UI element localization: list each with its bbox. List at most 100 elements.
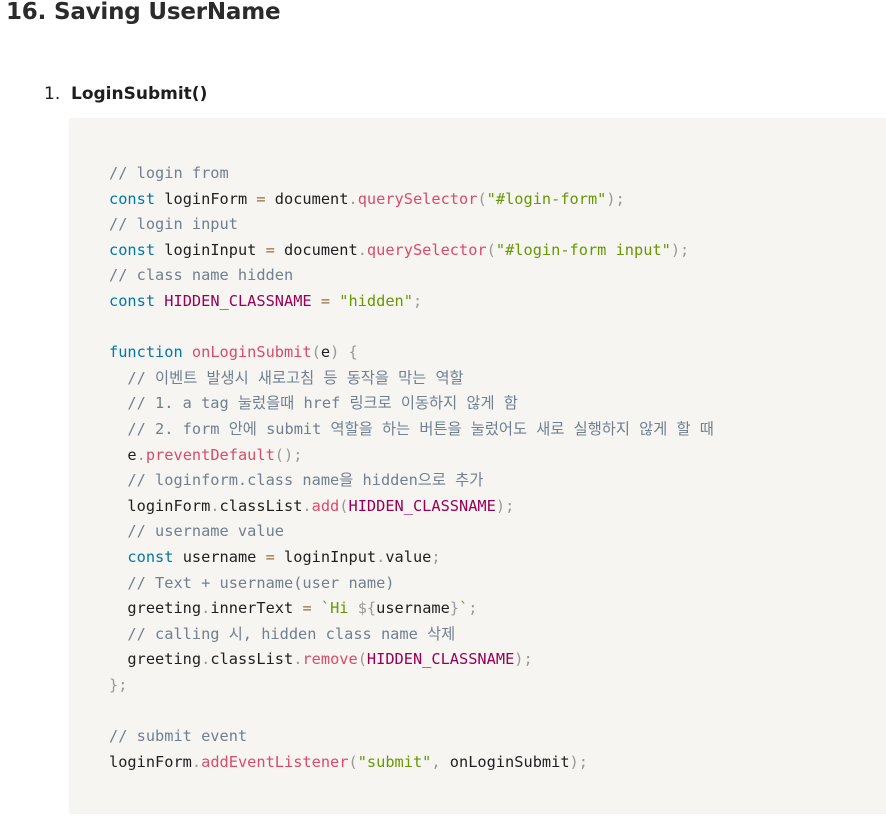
code-string: "#login-form input"	[495, 240, 671, 259]
code-punctuation: .	[201, 599, 211, 618]
list-item-title: LoginSubmit()	[71, 84, 208, 104]
code-punctuation: ${	[357, 599, 377, 618]
code-text: loginForm	[109, 752, 192, 771]
code-text: classList	[219, 496, 303, 515]
code-text: loginInput	[274, 547, 377, 566]
code-comment: // Text + username(user name)	[127, 573, 395, 592]
code-comment: // loginform.class name을 hidden으로 추가	[127, 471, 484, 490]
code-punctuation: (	[348, 752, 358, 771]
code-punctuation: .	[136, 445, 146, 464]
code-punctuation: .	[201, 650, 211, 669]
code-text: loginForm	[155, 189, 257, 208]
code-text: greeting	[109, 650, 202, 669]
code-function: querySelector	[366, 240, 487, 259]
code-punctuation: (	[486, 240, 496, 259]
code-line: function onLoginSubmit(e) {	[109, 340, 714, 366]
code-comment: // login from	[109, 164, 229, 182]
code-punctuation: (	[339, 496, 349, 515]
code-text: innerText	[210, 599, 303, 618]
code-string: `	[459, 599, 469, 618]
code-punctuation: );	[514, 650, 533, 669]
code-string: `Hi	[320, 599, 358, 618]
code-comment: // class name hidden	[109, 266, 294, 285]
code-line: // username value	[109, 519, 714, 545]
code-keyword: const	[109, 291, 156, 310]
code-constant: HIDDEN_CLASSNAME	[164, 291, 312, 310]
code-function: addEventListener	[201, 752, 349, 771]
code-punctuation: .	[357, 240, 367, 259]
code-comment: // login input	[109, 215, 238, 234]
code-function: querySelector	[357, 189, 478, 208]
code-punctuation: ;	[431, 547, 441, 566]
code-punctuation: .	[302, 496, 312, 515]
code-line: e.preventDefault();	[109, 443, 714, 469]
code-line: // 1. a tag 눌렀을때 href 링크로 이동하지 않게 함	[109, 391, 714, 417]
code-text: loginInput	[155, 240, 266, 259]
code-string: "submit"	[357, 752, 432, 771]
code-punctuation: .	[191, 752, 202, 771]
code-block: // login from const loginForm = document.…	[69, 118, 886, 814]
code-keyword: function	[109, 343, 183, 362]
code-text: onLoginSubmit	[440, 752, 570, 771]
code-comment: // calling 시, hidden class name 삭제	[127, 624, 456, 643]
code-constant: HIDDEN_CLASSNAME	[366, 650, 515, 669]
code-function: onLoginSubmit	[191, 343, 312, 362]
code-string: "#login-form"	[486, 189, 607, 208]
code-line: // login from	[109, 161, 714, 187]
code-punctuation: );	[606, 189, 625, 208]
code-punctuation: );	[495, 496, 515, 515]
code-line: const loginForm = document.querySelector…	[109, 187, 714, 213]
code-string: "hidden"	[339, 291, 413, 310]
code-comment: // 이벤트 발생시 새로고침 등 동작을 막는 역할	[127, 368, 464, 387]
code-function: remove	[302, 650, 358, 669]
code-text: e	[109, 445, 137, 464]
code-line: const loginInput = document.querySelecto…	[109, 238, 714, 264]
code-punctuation: .	[348, 189, 358, 208]
code-text: value	[385, 547, 432, 566]
code-line: };	[109, 673, 714, 699]
code-line: // loginform.class name을 hidden으로 추가	[109, 468, 714, 494]
code-punctuation: .	[210, 496, 220, 515]
code-text: loginForm	[109, 496, 211, 515]
code-text: document	[265, 189, 349, 208]
code-line: loginForm.addEventListener("submit", onL…	[109, 750, 714, 776]
code-operator: =	[320, 291, 331, 310]
code-punctuation: )	[330, 343, 340, 362]
code-function: add	[311, 496, 340, 515]
code-punctuation: ();	[274, 445, 303, 464]
code-line: // login input	[109, 212, 714, 238]
code-line: const username = loginInput.value;	[109, 545, 714, 571]
code-operator: =	[302, 599, 312, 618]
code-operator: =	[265, 240, 275, 259]
code-text: greeting	[109, 599, 202, 618]
code-function: preventDefault	[145, 445, 275, 464]
code-line: // 이벤트 발생시 새로고침 등 동작을 막는 역할	[109, 366, 714, 392]
code-punctuation: ;	[412, 291, 423, 310]
code-punctuation: );	[569, 752, 588, 771]
code-punctuation: }	[449, 599, 460, 618]
code-text: classList	[210, 650, 294, 669]
code-constant: HIDDEN_CLASSNAME	[348, 496, 496, 515]
code-text: document	[274, 240, 358, 259]
code-comment: // 1. a tag 눌렀을때 href 링크로 이동하지 않게 함	[127, 394, 518, 413]
code-punctuation: ,	[431, 752, 441, 771]
code-punctuation: (	[357, 650, 367, 669]
code-punctuation: ;	[468, 599, 478, 618]
code-line: greeting.classList.remove(HIDDEN_CLASSNA…	[109, 647, 714, 673]
code-punctuation: };	[109, 675, 128, 694]
code-text: username	[376, 599, 450, 618]
code-comment: // 2. form 안에 submit 역할을 하는 버튼을 눌렀어도 새로 …	[127, 419, 714, 438]
code-line: // calling 시, hidden class name 삭제	[109, 622, 714, 648]
code-line: greeting.innerText = `Hi ${username}`;	[109, 596, 714, 622]
